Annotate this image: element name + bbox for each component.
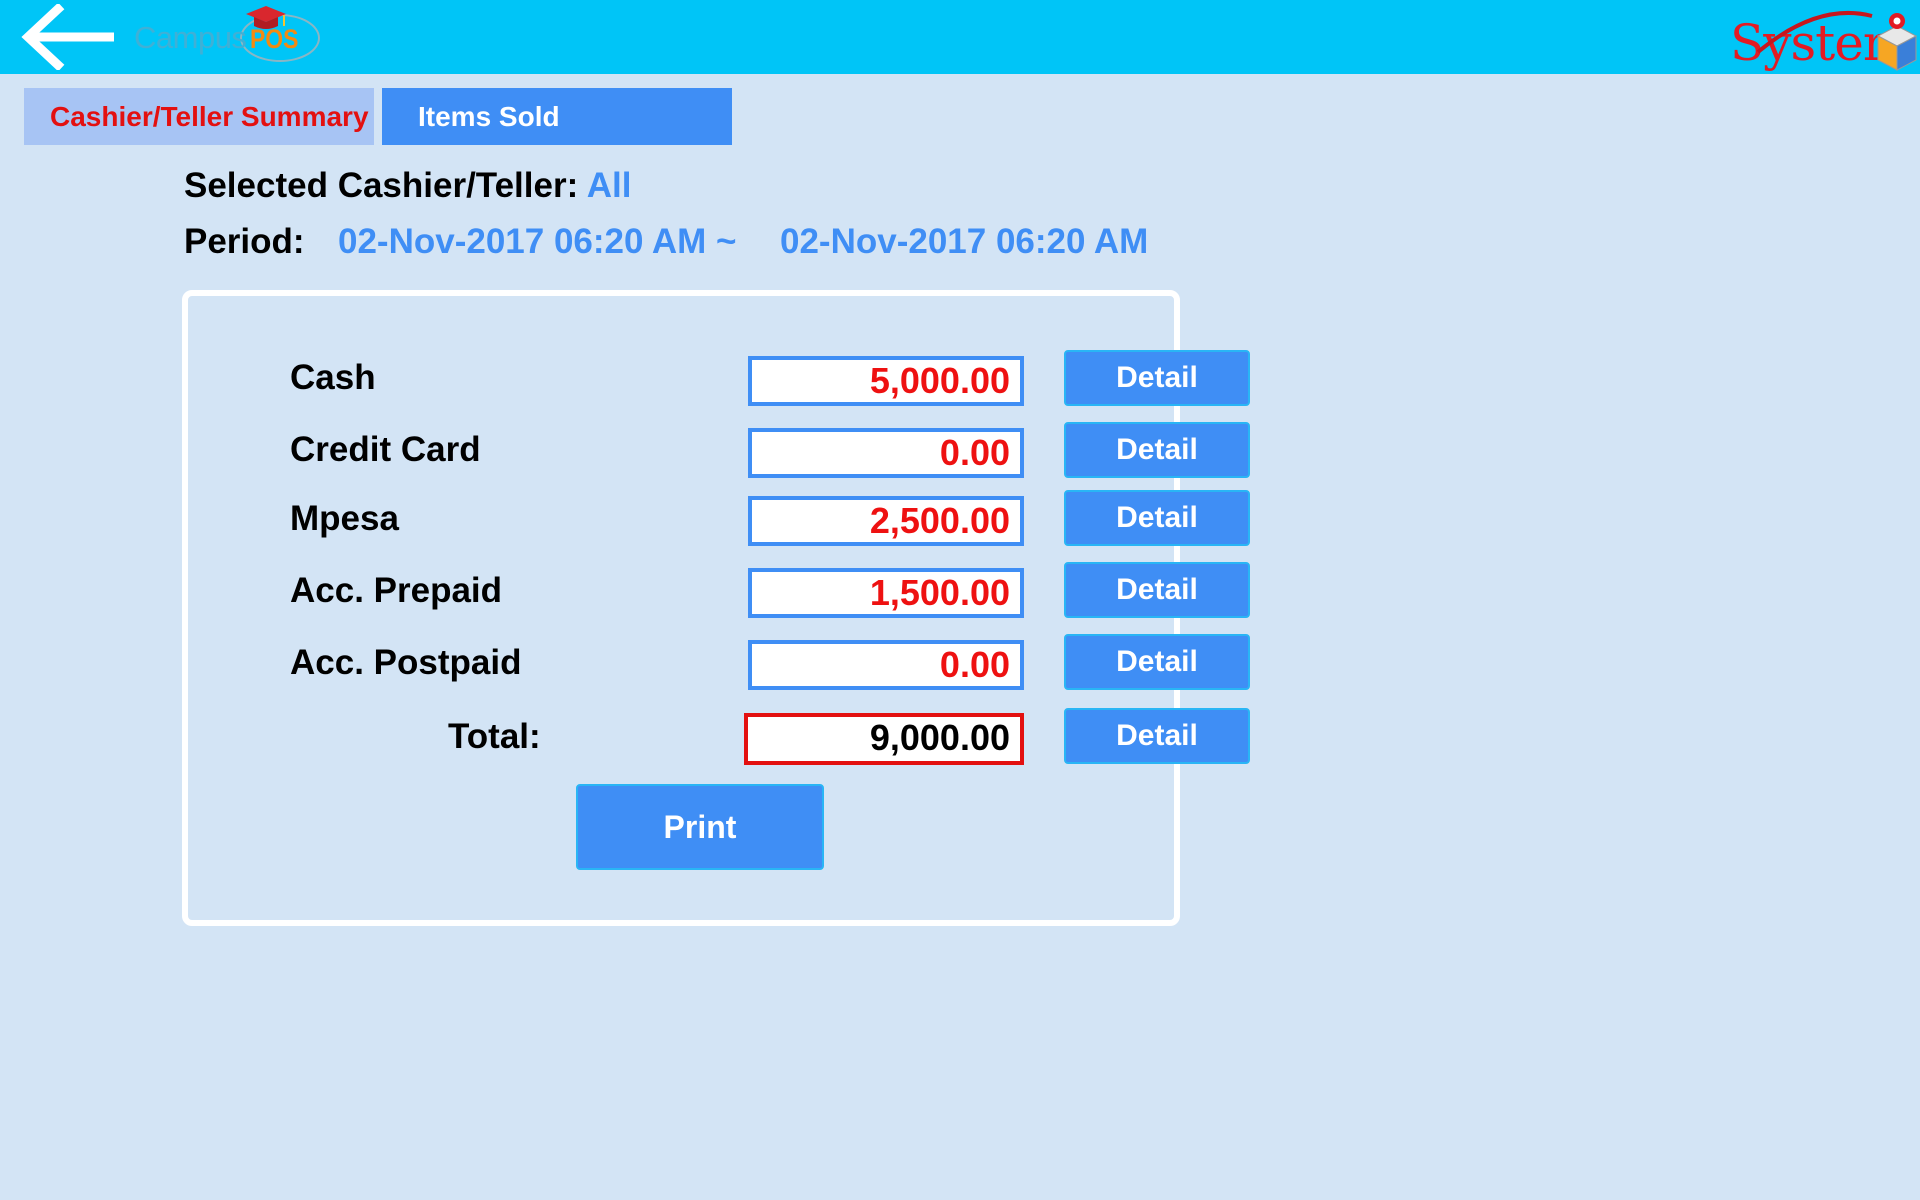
- logo-swoosh-icon: [1756, 11, 1873, 54]
- selected-cashier-value: All: [586, 166, 632, 205]
- row-label-cash: Cash: [290, 358, 376, 397]
- detail-button-acc-prepaid[interactable]: Detail: [1064, 562, 1250, 618]
- row-label-acc-postpaid: Acc. Postpaid: [290, 643, 522, 682]
- graduation-cap-icon: [246, 6, 286, 29]
- period-label: Period:: [184, 222, 305, 261]
- logo-text-campus: Campus: [134, 20, 247, 55]
- detail-button-cash[interactable]: Detail: [1064, 350, 1250, 406]
- detail-button-mpesa[interactable]: Detail: [1064, 490, 1250, 546]
- amount-field-total[interactable]: 9,000.00: [744, 713, 1024, 765]
- amount-field-acc-postpaid[interactable]: 0.00: [748, 640, 1024, 690]
- total-label: Total:: [448, 717, 541, 756]
- arrow-left-icon: [21, 2, 114, 72]
- period-start: 02-Nov-2017 06:20 AM ~: [338, 222, 737, 261]
- print-button[interactable]: Print: [576, 784, 824, 870]
- row-label-mpesa: Mpesa: [290, 499, 399, 538]
- selected-cashier-line: Selected Cashier/Teller: All: [184, 166, 631, 206]
- period-end: 02-Nov-2017 06:20 AM: [780, 222, 1149, 261]
- back-button[interactable]: [18, 2, 118, 72]
- row-label-acc-prepaid: Acc. Prepaid: [290, 571, 503, 610]
- selected-cashier-label: Selected Cashier/Teller:: [184, 166, 579, 205]
- amount-field-cash[interactable]: 5,000.00: [748, 356, 1024, 406]
- amount-field-acc-prepaid[interactable]: 1,500.00: [748, 568, 1024, 618]
- amount-field-credit-card[interactable]: 0.00: [748, 428, 1024, 478]
- campus-pos-logo: Campus POS: [132, 4, 322, 70]
- tab-cashier-teller-summary[interactable]: Cashier/Teller Summary: [24, 88, 374, 145]
- period-line: Period:: [184, 222, 305, 262]
- detail-button-acc-postpaid[interactable]: Detail: [1064, 634, 1250, 690]
- row-label-credit-card: Credit Card: [290, 430, 481, 469]
- top-bar: Campus POS System: [0, 0, 1920, 74]
- tab-items-sold[interactable]: Items Sold: [382, 88, 732, 145]
- amount-field-mpesa[interactable]: 2,500.00: [748, 496, 1024, 546]
- detail-button-total[interactable]: Detail: [1064, 708, 1250, 764]
- detail-button-credit-card[interactable]: Detail: [1064, 422, 1250, 478]
- system-logo: System: [1728, 4, 1918, 72]
- cube-icon: [1876, 13, 1918, 71]
